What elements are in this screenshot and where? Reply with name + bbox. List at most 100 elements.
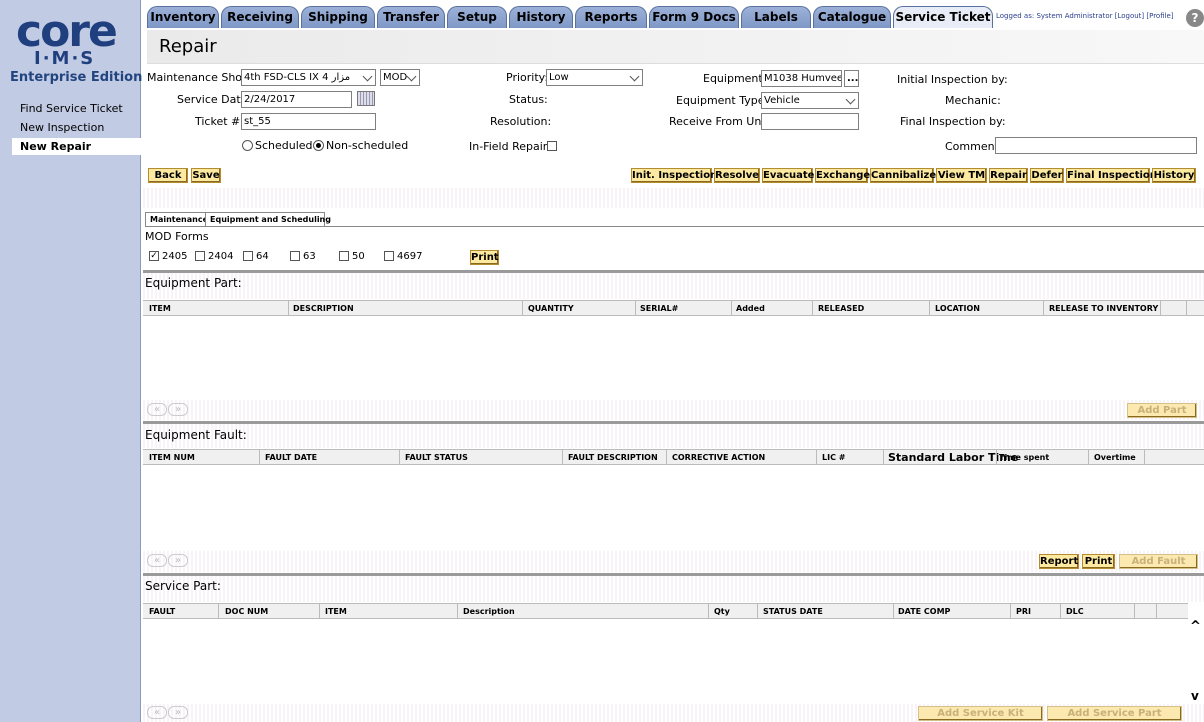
col-divider xyxy=(1043,301,1044,315)
tab-service-ticket[interactable]: Service Ticket xyxy=(893,6,993,28)
maint-shop-unit-select[interactable]: MOD xyxy=(380,69,420,86)
tab-labels[interactable]: Labels xyxy=(741,6,811,28)
col-divider xyxy=(218,604,219,618)
resolve-button[interactable]: Resolve xyxy=(714,168,760,183)
col-divider xyxy=(893,604,894,618)
pager-prev-button[interactable]: « xyxy=(147,706,167,719)
mod-form-50-checkbox[interactable] xyxy=(339,251,349,261)
add-fault-button[interactable]: Add Fault xyxy=(1119,554,1198,569)
history-button[interactable]: History xyxy=(1152,168,1196,183)
help-icon[interactable]: ? xyxy=(1186,9,1204,27)
tab-receiving[interactable]: Receiving xyxy=(221,6,299,28)
nonscheduled-radio[interactable] xyxy=(313,140,324,151)
add-service-kit-button[interactable]: Add Service Kit xyxy=(918,706,1043,721)
save-button[interactable]: Save xyxy=(191,168,221,183)
ticket-input[interactable]: st_55 xyxy=(241,113,376,130)
scroll-down-icon[interactable]: v xyxy=(1191,689,1199,703)
equipment-part-grid-header: ITEM DESCRIPTION QUANTITY SERIAL# Added … xyxy=(143,300,1204,316)
add-service-part-button[interactable]: Add Service Part xyxy=(1047,706,1182,721)
sidebar-item-new-repair[interactable]: New Repair xyxy=(12,138,141,155)
col-status-date: STATUS DATE xyxy=(763,607,823,616)
receive-from-unit-input[interactable] xyxy=(761,113,859,130)
add-part-button[interactable]: Add Part xyxy=(1127,403,1197,418)
priority-select[interactable]: Low xyxy=(546,69,643,86)
tab-catalogue[interactable]: Catalogue xyxy=(813,6,891,28)
tab-form9-docs[interactable]: Form 9 Docs xyxy=(649,6,739,28)
col-divider xyxy=(1088,450,1089,464)
tab-reports[interactable]: Reports xyxy=(575,6,647,28)
col-quantity: QUANTITY xyxy=(528,304,574,313)
tab-transfer[interactable]: Transfer xyxy=(377,6,445,28)
col-qty: Qty xyxy=(714,607,730,616)
init-inspection-button[interactable]: Init. Inspection xyxy=(631,168,717,183)
sidebar: core I·M·S Enterprise Edition Find Servi… xyxy=(0,0,143,722)
tab-shipping[interactable]: Shipping xyxy=(301,6,375,28)
logo-edition-text: Enterprise Edition xyxy=(10,70,143,85)
exchange-button[interactable]: Exchange xyxy=(815,168,870,183)
view-tm-button[interactable]: View TM xyxy=(936,168,987,183)
col-divider xyxy=(259,450,260,464)
mod-form-2404-checkbox[interactable] xyxy=(195,251,205,261)
mod-form-64-checkbox[interactable] xyxy=(243,251,253,261)
maint-shop-select[interactable]: 4th FSD-CLS IX مزار 4 xyxy=(241,69,376,86)
col-corrective-action: CORRECTIVE ACTION xyxy=(672,453,766,462)
mod-form-2405-checkbox[interactable]: ✓ xyxy=(149,251,159,261)
pager-next-button[interactable]: » xyxy=(168,554,188,567)
back-button[interactable]: Back xyxy=(148,168,188,183)
service-part-grid-header: FAULT DOC NUM ITEM Description Qty STATU… xyxy=(143,603,1188,619)
logo-ims-text: I·M·S xyxy=(34,48,96,69)
pager-next-button[interactable]: » xyxy=(168,706,188,719)
evacuate-button[interactable]: Evacuate xyxy=(762,168,814,183)
col-overtime: Overtime xyxy=(1094,453,1136,462)
col-divider xyxy=(1160,301,1161,315)
col-divider xyxy=(731,301,732,315)
subtab-maintenance[interactable]: Maintenance xyxy=(145,212,214,227)
scheduled-radio[interactable] xyxy=(242,140,253,151)
fault-print-button[interactable]: Print xyxy=(1082,554,1115,569)
subtab-equipment-scheduling[interactable]: Equipment and Scheduling xyxy=(205,212,331,227)
mod-form-4697-checkbox[interactable] xyxy=(384,251,394,261)
equipment-fault-header-bg xyxy=(143,424,1204,448)
infield-repair-checkbox[interactable] xyxy=(547,141,557,151)
sidebar-item-find-service-ticket[interactable]: Find Service Ticket xyxy=(20,102,123,115)
col-divider xyxy=(522,301,523,315)
col-divider xyxy=(1144,450,1145,464)
mod-form-50-label: 50 xyxy=(352,251,365,262)
service-date-input[interactable]: 2/24/2017 xyxy=(241,91,352,108)
equipment-type-select[interactable]: Vehicle xyxy=(761,92,859,109)
tab-history[interactable]: History xyxy=(509,6,573,28)
cannibalize-button[interactable]: Cannibalize xyxy=(870,168,936,183)
equipment-type-label: Equipment Type: xyxy=(676,94,769,107)
login-info[interactable]: Logged as: System Administrator [Logout]… xyxy=(996,12,1174,20)
col-location: LOCATION xyxy=(935,304,980,313)
resolution-label: Resolution: xyxy=(490,115,552,128)
repair-button[interactable]: Repair xyxy=(989,168,1028,183)
equipment-input[interactable]: M1038 Humvee xyxy=(761,70,842,87)
tab-inventory[interactable]: Inventory xyxy=(147,6,219,28)
comment-input[interactable] xyxy=(995,137,1197,154)
col-item-num: ITEM NUM xyxy=(149,453,195,462)
pager-prev-button[interactable]: « xyxy=(147,554,167,567)
equipment-browse-button[interactable]: ... xyxy=(844,70,859,87)
fault-report-button[interactable]: Report xyxy=(1039,554,1079,569)
col-divider xyxy=(929,301,930,315)
equipment-part-title: Equipment Part: xyxy=(145,276,242,290)
defer-button[interactable]: Defer xyxy=(1030,168,1064,183)
mod-form-63-label: 63 xyxy=(303,251,316,262)
mod-form-63-checkbox[interactable] xyxy=(290,251,300,261)
pager-prev-button[interactable]: « xyxy=(147,403,167,416)
tab-setup[interactable]: Setup xyxy=(447,6,507,28)
calendar-icon[interactable] xyxy=(357,91,375,106)
infield-repair-label: In-Field Repair: xyxy=(469,140,551,153)
col-fault-status: FAULT STATUS xyxy=(405,453,468,462)
receive-from-unit-label: Receive From Unit: xyxy=(669,115,773,128)
scroll-up-icon[interactable]: ^ xyxy=(1190,619,1201,634)
mod-forms-print-button[interactable]: Print xyxy=(470,250,499,265)
final-inspection-button[interactable]: Final Inspection xyxy=(1066,168,1157,183)
service-part-scrollbar[interactable]: ^ v xyxy=(1188,603,1204,706)
col-service-item: ITEM xyxy=(325,607,347,616)
sidebar-item-new-inspection[interactable]: New Inspection xyxy=(20,121,104,134)
pager-next-button[interactable]: » xyxy=(168,403,188,416)
col-divider xyxy=(1010,604,1011,618)
col-fault: FAULT xyxy=(149,607,176,616)
